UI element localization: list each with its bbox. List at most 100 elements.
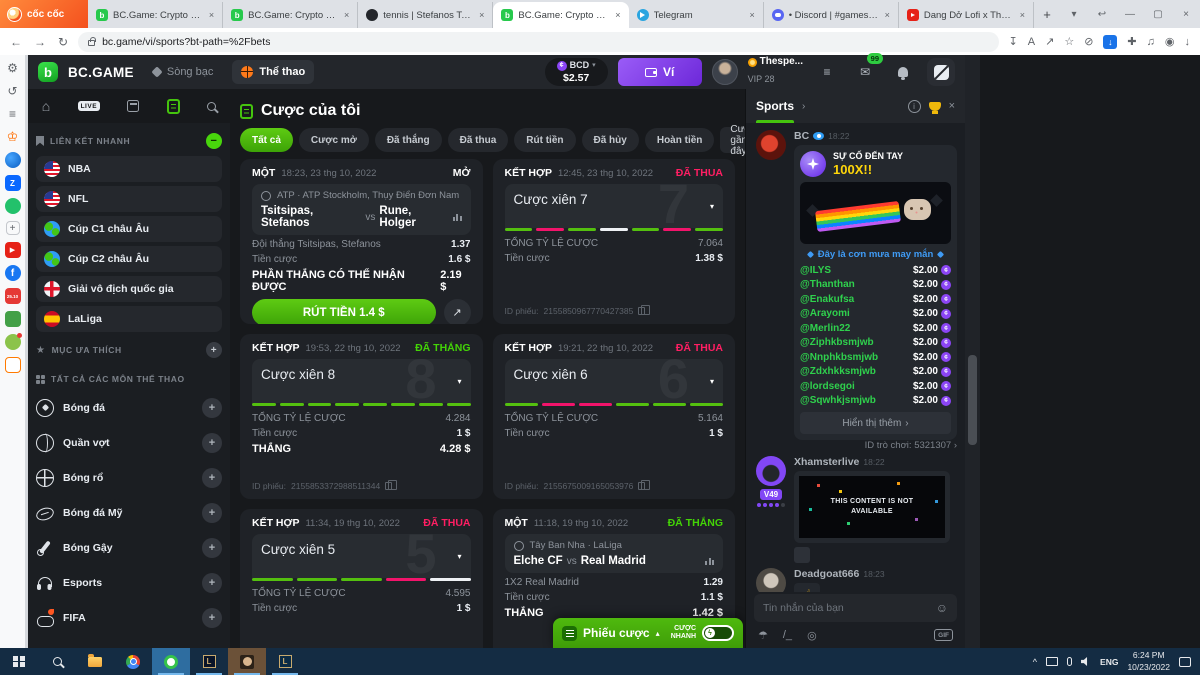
tab-close-icon[interactable]: × <box>209 10 214 20</box>
league-client-app[interactable]: L <box>266 648 304 675</box>
start-button[interactable] <box>0 648 38 675</box>
filter-pill[interactable]: Rút tiền <box>514 128 575 152</box>
quick-link-item[interactable]: Cúp C2 châu Âu <box>36 246 222 272</box>
balance-selector[interactable]: ¢ BCD ▾ $2.57 <box>545 58 608 86</box>
rail-app-icon[interactable] <box>5 152 21 168</box>
filter-pill[interactable]: Đã hủy <box>582 128 639 152</box>
rail-app-icon[interactable]: Z <box>5 175 21 191</box>
tab-close-icon[interactable]: × <box>749 10 754 20</box>
schedule-button[interactable] <box>127 100 139 112</box>
filter-pill[interactable]: Đã thắng <box>375 128 442 152</box>
reaction-placeholder[interactable] <box>794 547 810 563</box>
browser-tab[interactable]: BC.Game: Crypto Casino × <box>493 2 628 28</box>
live-icon[interactable]: LIVE <box>78 101 100 111</box>
chrome-app[interactable] <box>114 648 152 675</box>
copy-icon[interactable] <box>638 482 645 490</box>
chevron-right-icon[interactable]: › <box>802 101 805 112</box>
event-box[interactable]: ATP · ATP Stockholm, Thụy Điển Đơn Nam T… <box>252 184 471 235</box>
browser-action-icon[interactable]: ☆ <box>1064 35 1074 48</box>
betslip-bar[interactable]: Phiếu cược ▴ CƯỢCNHANH ϟ <box>553 618 743 648</box>
active-window-app[interactable] <box>228 648 266 675</box>
nav-casino[interactable]: Sòng bạc <box>144 60 222 84</box>
rail-app-icon[interactable]: 25.10 <box>5 288 21 304</box>
combo-box[interactable]: Cược xiên 5 5 ▾ <box>252 534 471 578</box>
browser-action-icon[interactable]: A <box>1028 36 1035 48</box>
speaker-icon[interactable] <box>1081 657 1091 666</box>
collapse-button[interactable]: − <box>206 133 222 149</box>
expand-sport-button[interactable]: + <box>202 433 222 453</box>
info-icon[interactable]: i <box>908 100 921 113</box>
home-icon[interactable]: ⌂ <box>42 98 50 114</box>
chat-room-tab[interactable]: Sports <box>756 89 794 123</box>
notifications-button[interactable] <box>889 58 917 86</box>
reload-icon[interactable]: ↻ <box>58 35 68 49</box>
gif-button[interactable]: GIF <box>934 629 953 641</box>
expand-sport-button[interactable]: + <box>202 503 222 523</box>
winner-name[interactable]: @Merlin22 <box>800 323 913 334</box>
minimize-button[interactable]: — <box>1116 9 1144 20</box>
network-icon[interactable] <box>1046 657 1058 666</box>
menu-list-button[interactable]: ≡ <box>813 58 841 86</box>
combo-box[interactable]: Cược xiên 8 8 ▾ <box>252 359 471 403</box>
expand-sport-button[interactable]: + <box>202 398 222 418</box>
browser-tab[interactable]: Telegram × <box>629 2 764 28</box>
winner-name[interactable]: @Enakufsa <box>800 294 913 305</box>
browser-tab[interactable]: BC.Game: Crypto Casino × <box>223 2 358 28</box>
rail-app-icon[interactable]: ▶ <box>5 242 21 258</box>
tab-search-icon[interactable]: ▾ <box>1060 9 1088 20</box>
browser-action-icon[interactable]: ↓ <box>1103 35 1117 49</box>
chat-input[interactable] <box>763 602 930 614</box>
user-avatar[interactable] <box>756 456 786 486</box>
tab-close-icon[interactable]: × <box>344 10 349 20</box>
tab-close-icon[interactable]: × <box>1020 10 1025 20</box>
winner-name[interactable]: @Zdxhkksmjwb <box>800 366 913 377</box>
my-bets-button[interactable] <box>167 99 180 114</box>
winner-name[interactable]: @Arayomi <box>800 308 913 319</box>
quick-bet-toggle[interactable]: ϟ <box>702 625 734 641</box>
emoji-picker-icon[interactable]: ☺ <box>936 601 948 615</box>
sport-item[interactable]: Bóng rổ + <box>36 460 222 495</box>
combo-box[interactable]: Cược xiên 7 7 ▾ <box>505 184 724 228</box>
rail-app-icon[interactable] <box>5 198 21 214</box>
sport-item[interactable]: Bóng đá Mỹ + <box>36 495 222 530</box>
expand-sport-button[interactable]: + <box>202 468 222 488</box>
sport-item[interactable]: Bóng đá + <box>36 390 222 425</box>
quick-link-item[interactable]: Cúp C1 châu Âu <box>36 216 222 242</box>
action-center-icon[interactable] <box>1179 657 1191 667</box>
chat-toggle-button[interactable] <box>927 58 955 86</box>
browser-action-icon[interactable]: ✚ <box>1127 35 1136 48</box>
rail-app-icon[interactable]: ≡ <box>5 106 21 122</box>
expand-icon[interactable]: ▾ <box>710 377 714 386</box>
maximize-button[interactable]: ▢ <box>1144 9 1172 20</box>
close-chat-icon[interactable]: × <box>949 100 955 112</box>
coccoc-app[interactable] <box>152 648 190 675</box>
winner-name[interactable]: @Thanthan <box>800 279 913 290</box>
rail-app-icon[interactable]: f <box>5 265 21 281</box>
sort-dropdown[interactable]: Cược gần đây ▾ <box>720 127 745 153</box>
browser-action-icon[interactable]: ↧ <box>1009 35 1018 48</box>
cashout-button[interactable]: RÚT TIỀN 1.4 $ <box>252 299 436 324</box>
share-button[interactable]: ↗ <box>444 299 471 324</box>
add-favorite-button[interactable]: + <box>206 342 222 358</box>
user-info[interactable]: Thespe... VIP 28 <box>748 56 803 87</box>
user-avatar[interactable] <box>712 59 738 85</box>
expand-sport-button[interactable]: + <box>202 573 222 593</box>
scrollbar[interactable] <box>965 55 980 648</box>
filter-pill[interactable]: Cược mở <box>299 128 369 152</box>
winner-name[interactable]: @Sqwhkjsmjwb <box>800 395 913 406</box>
browser-action-icon[interactable]: ↗ <box>1045 35 1054 48</box>
browser-tab[interactable]: • Discord | #games | E × <box>764 2 899 28</box>
sport-item[interactable]: Esports + <box>36 565 222 600</box>
language-indicator[interactable]: ENG <box>1100 657 1118 667</box>
stats-icon[interactable] <box>453 214 462 221</box>
browser-action-icon[interactable]: ⊘ <box>1084 35 1093 48</box>
game-id-link[interactable]: ID trò chơi: 5321307 › <box>794 440 957 451</box>
rain-icon[interactable]: ☂ <box>758 629 768 642</box>
new-tab-button[interactable]: + <box>1034 7 1060 28</box>
league-app[interactable]: L <box>190 648 228 675</box>
sport-item[interactable]: FIFA + <box>36 600 222 635</box>
show-more-button[interactable]: Hiển thị thêm › <box>800 412 951 434</box>
chat-username[interactable]: Xhamsterlive <box>794 456 859 468</box>
expand-icon[interactable]: ▾ <box>710 202 714 211</box>
coccoc-brand[interactable]: cốc cốc <box>0 0 88 28</box>
